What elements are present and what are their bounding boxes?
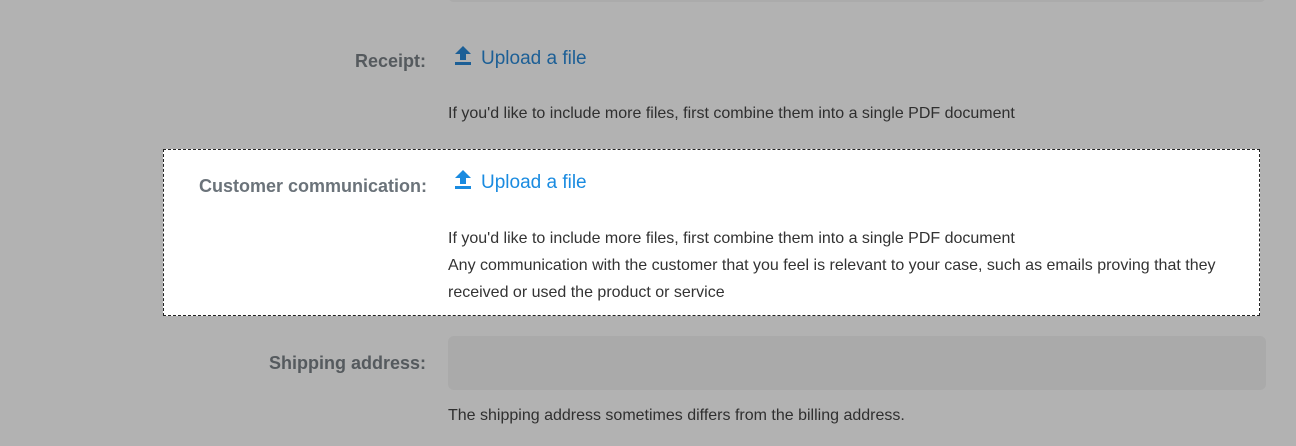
receipt-label: Receipt:: [354, 51, 426, 71]
receipt-upload-label: Upload a file: [481, 48, 587, 69]
customer-communication-help-line-3: received or used the product or service: [448, 284, 725, 301]
customer-communication-label: Customer communication:: [198, 176, 427, 196]
customer-communication-upload-button[interactable]: Upload a file: [454, 170, 587, 194]
shipping-address-help-text: The shipping address sometimes differs f…: [448, 407, 905, 424]
receipt-upload-button[interactable]: Upload a file: [454, 46, 587, 70]
customer-communication-upload-label: Upload a file: [481, 172, 587, 193]
upload-icon: [455, 170, 471, 189]
receipt-help-text: If you'd like to include more files, fir…: [448, 105, 1015, 122]
upload-icon: [455, 46, 471, 65]
customer-communication-section: Customer communication: Upload a file If…: [163, 149, 1260, 316]
customer-communication-help: If you'd like to include more files, fir…: [448, 225, 1215, 306]
customer-communication-help-line-1: If you'd like to include more files, fir…: [448, 230, 1015, 247]
customer-communication-help-line-2: Any communication with the customer that…: [448, 257, 1216, 274]
shipping-address-input[interactable]: [448, 336, 1266, 390]
shipping-address-label: Shipping address:: [268, 353, 426, 373]
previous-field-input[interactable]: [448, 0, 1266, 2]
